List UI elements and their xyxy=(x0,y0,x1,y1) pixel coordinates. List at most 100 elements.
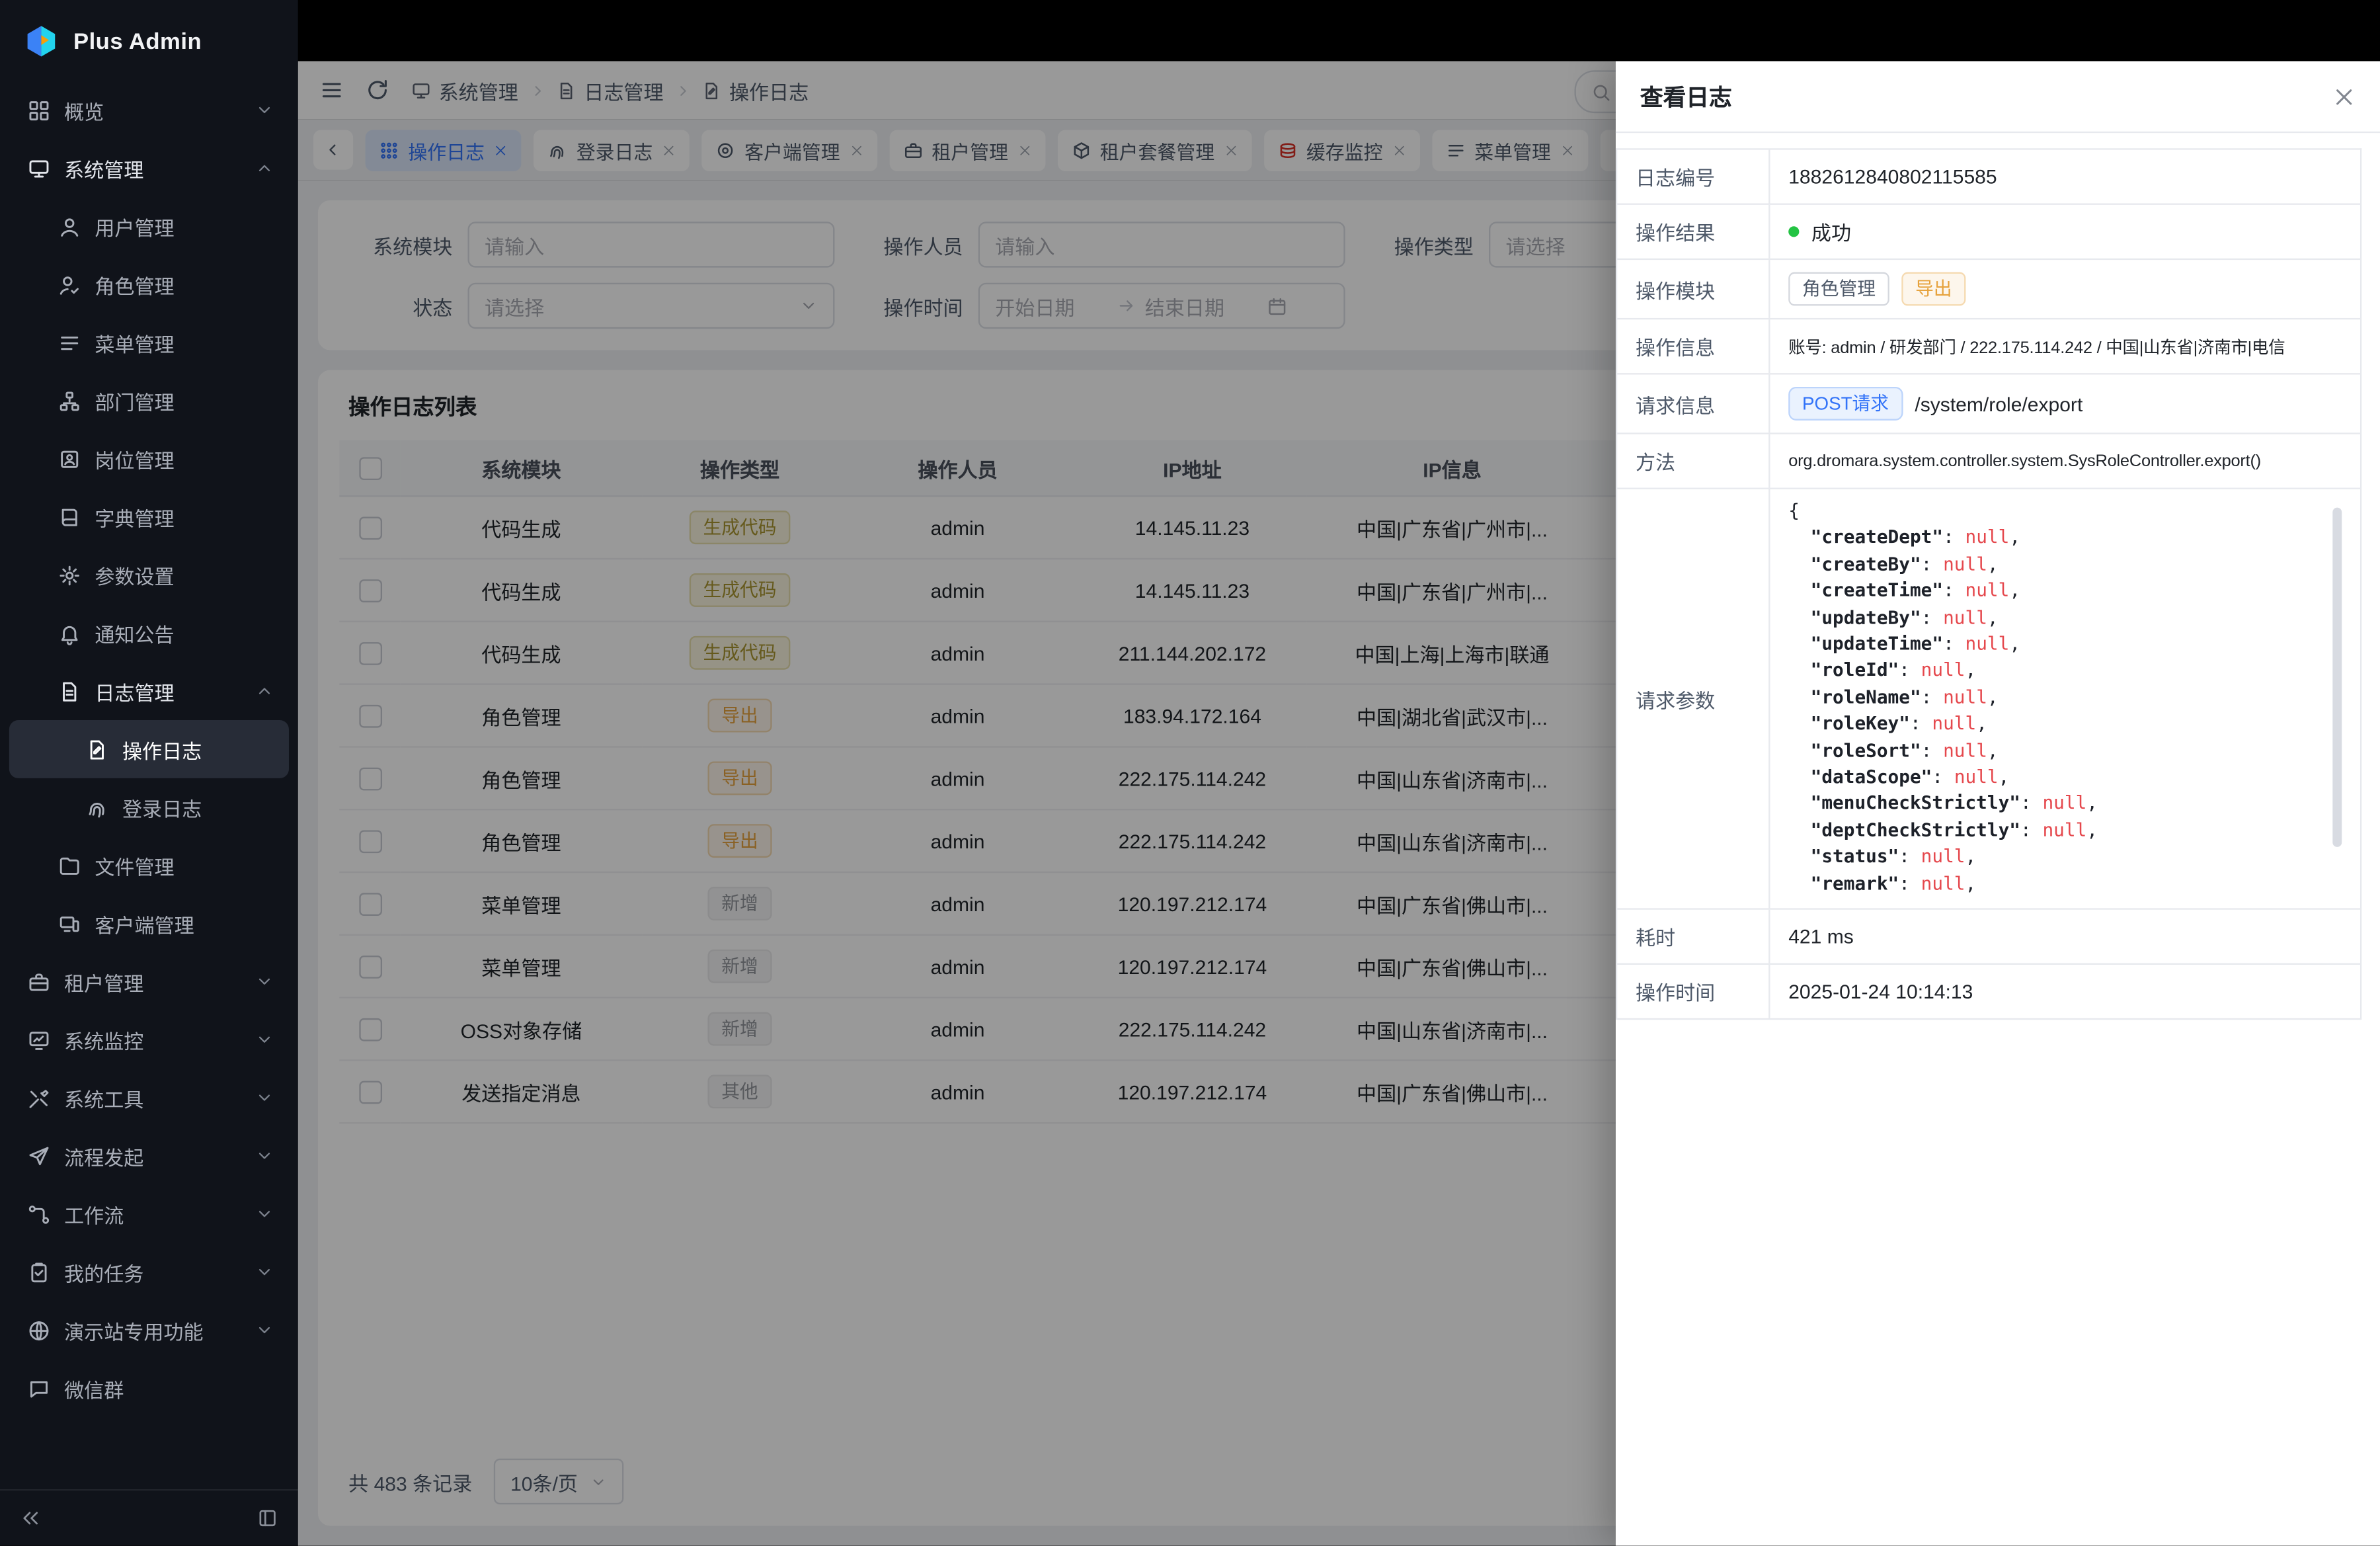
sidebar-item-label: 概览 xyxy=(64,96,241,125)
detail-row-params: 请求参数{ "createDept": null, "createBy": nu… xyxy=(1617,489,2360,910)
sidebar-item-process-start[interactable]: 流程发起 xyxy=(9,1127,289,1185)
sidebar-item-label: 用户管理 xyxy=(95,212,274,241)
chevron-down-icon xyxy=(255,1147,274,1165)
drawer-title: 查看日志 xyxy=(1640,80,1732,112)
brand-name: Plus Admin xyxy=(73,28,202,54)
drawer-header: 查看日志 xyxy=(1616,61,2380,133)
editdoc-icon xyxy=(85,738,108,761)
sidebar-item-label: 文件管理 xyxy=(95,851,274,880)
sidebar-item-system-monitor[interactable]: 系统监控 xyxy=(9,1010,289,1069)
sidebar-item-wechat-group[interactable]: 微信群 xyxy=(9,1359,289,1417)
sidebar-item-label: 角色管理 xyxy=(95,270,274,299)
sidebar-item-param-settings[interactable]: 参数设置 xyxy=(9,546,289,604)
sidebar-item-system-mgmt[interactable]: 系统管理 xyxy=(9,139,289,197)
detail-row-info: 操作信息账号: admin / 研发部门 / 222.175.114.242 /… xyxy=(1617,319,2360,374)
detail-value-result: 成功 xyxy=(1770,205,2360,259)
code-scrollbar-thumb[interactable] xyxy=(2332,508,2342,847)
sidebar-item-my-tasks[interactable]: 我的任务 xyxy=(9,1243,289,1301)
sidebar-item-overview[interactable]: 概览 xyxy=(9,81,289,140)
sidebar-item-login-log[interactable]: 登录日志 xyxy=(9,778,289,836)
sidebar-item-dept-mgmt[interactable]: 部门管理 xyxy=(9,372,289,430)
chevron-down-icon xyxy=(255,1321,274,1340)
detail-text: 2025-01-24 10:14:13 xyxy=(1788,980,1973,1003)
sidebar: Plus Admin 概览系统管理用户管理角色管理菜单管理部门管理岗位管理字典管… xyxy=(0,0,298,1546)
folder-icon xyxy=(58,854,81,877)
detail-value-duration: 421 ms xyxy=(1770,910,2360,963)
bell-icon xyxy=(58,622,81,645)
send-icon xyxy=(28,1145,51,1168)
app-window: Plus Admin 概览系统管理用户管理角色管理菜单管理部门管理岗位管理字典管… xyxy=(0,0,2380,1546)
sidebar-item-dict-mgmt[interactable]: 字典管理 xyxy=(9,488,289,546)
sidebar-item-label: 菜单管理 xyxy=(95,328,274,357)
detail-text: org.dromara.system.controller.system.Sys… xyxy=(1788,452,2261,470)
sidebar-item-label: 工作流 xyxy=(64,1200,241,1229)
sidebar-item-workflow[interactable]: 工作流 xyxy=(9,1185,289,1243)
sidebar-item-file-mgmt[interactable]: 文件管理 xyxy=(9,836,289,895)
request-url: /system/role/export xyxy=(1915,392,2082,415)
detail-text: 账号: admin / 研发部门 / 222.175.114.242 / 中国|… xyxy=(1788,334,2285,358)
sidebar-item-operation-log[interactable]: 操作日志 xyxy=(9,720,289,778)
sidebar-footer xyxy=(0,1489,298,1546)
sidebar-item-post-mgmt[interactable]: 岗位管理 xyxy=(9,430,289,488)
globe-icon xyxy=(28,1319,51,1342)
drawer-body: 日志编号1882612840802115585操作结果成功操作模块角色管理导出操… xyxy=(1616,133,2380,1545)
detail-label: 操作结果 xyxy=(1617,205,1770,259)
chevron-down-icon xyxy=(255,1205,274,1223)
detail-text: 421 ms xyxy=(1788,925,1854,948)
module-tag: 角色管理 xyxy=(1788,272,1889,306)
sidebar-item-label: 微信群 xyxy=(64,1373,274,1403)
detail-value-params: { "createDept": null, "createBy": null, … xyxy=(1770,489,2360,909)
sidebar-item-label: 租户管理 xyxy=(64,967,241,996)
sidebar-pin-icon[interactable] xyxy=(257,1508,278,1529)
sidebar-item-label: 系统工具 xyxy=(64,1083,241,1112)
sidebar-item-demo-features[interactable]: 演示站专用功能 xyxy=(9,1301,289,1360)
sidebar-menu: 概览系统管理用户管理角色管理菜单管理部门管理岗位管理字典管理参数设置通知公告日志… xyxy=(0,78,298,1489)
detail-value-method: org.dromara.system.controller.system.Sys… xyxy=(1770,434,2360,488)
detail-label: 请求信息 xyxy=(1617,374,1770,432)
user-icon xyxy=(58,215,81,238)
sidebar-item-label: 系统管理 xyxy=(64,153,241,183)
sidebar-item-role-mgmt[interactable]: 角色管理 xyxy=(9,255,289,313)
role-icon xyxy=(58,273,81,296)
fingerprint-icon xyxy=(85,795,108,819)
sidebar-item-user-mgmt[interactable]: 用户管理 xyxy=(9,197,289,255)
detail-value-time: 2025-01-24 10:14:13 xyxy=(1770,965,2360,1018)
detail-label: 方法 xyxy=(1617,434,1770,488)
chevron-down-icon xyxy=(255,1088,274,1107)
detail-row-request: 请求信息POST请求/system/role/export xyxy=(1617,374,2360,434)
request-params-code[interactable]: { "createDept": null, "createBy": null, … xyxy=(1788,499,2345,899)
view-log-drawer: 查看日志 日志编号1882612840802115585操作结果成功操作模块角色… xyxy=(1616,61,2380,1545)
briefcase-icon xyxy=(28,970,51,993)
tools-icon xyxy=(28,1086,51,1110)
collapse-sidebar-button[interactable] xyxy=(20,1508,41,1529)
sidebar-item-label: 客户端管理 xyxy=(95,909,274,938)
chevron-down-icon xyxy=(255,101,274,120)
close-icon[interactable] xyxy=(2332,85,2356,108)
grid-icon xyxy=(28,99,51,122)
detail-label: 请求参数 xyxy=(1617,489,1770,909)
chevron-down-icon xyxy=(255,973,274,991)
sidebar-item-log-mgmt[interactable]: 日志管理 xyxy=(9,662,289,720)
chat-icon xyxy=(28,1377,51,1400)
log-detail-table: 日志编号1882612840802115585操作结果成功操作模块角色管理导出操… xyxy=(1616,148,2361,1020)
chevron-down-icon xyxy=(255,1030,274,1049)
sidebar-item-notice[interactable]: 通知公告 xyxy=(9,604,289,662)
detail-value-info: 账号: admin / 研发部门 / 222.175.114.242 / 中国|… xyxy=(1770,319,2360,373)
sidebar-item-tenant-mgmt[interactable]: 租户管理 xyxy=(9,952,289,1010)
sidebar-item-menu-mgmt[interactable]: 菜单管理 xyxy=(9,313,289,372)
detail-label: 操作模块 xyxy=(1617,260,1770,318)
brand: Plus Admin xyxy=(0,0,298,78)
sidebar-item-client-mgmt[interactable]: 客户端管理 xyxy=(9,895,289,953)
detail-row-duration: 耗时 421 ms xyxy=(1617,910,2360,965)
detail-value-log-id: 1882612840802115585 xyxy=(1770,150,2360,204)
sidebar-item-label: 部门管理 xyxy=(95,386,274,415)
detail-label: 日志编号 xyxy=(1617,150,1770,204)
sidebar-item-system-tools[interactable]: 系统工具 xyxy=(9,1069,289,1127)
detail-label: 耗时 xyxy=(1617,910,1770,963)
doc-icon xyxy=(58,680,81,703)
badge-icon xyxy=(58,447,81,470)
detail-label: 操作时间 xyxy=(1617,965,1770,1018)
detail-row-method: 方法 org.dromara.system.controller.system.S… xyxy=(1617,434,2360,489)
sidebar-item-label: 参数设置 xyxy=(95,560,274,589)
module-tag: 导出 xyxy=(1901,272,1965,306)
